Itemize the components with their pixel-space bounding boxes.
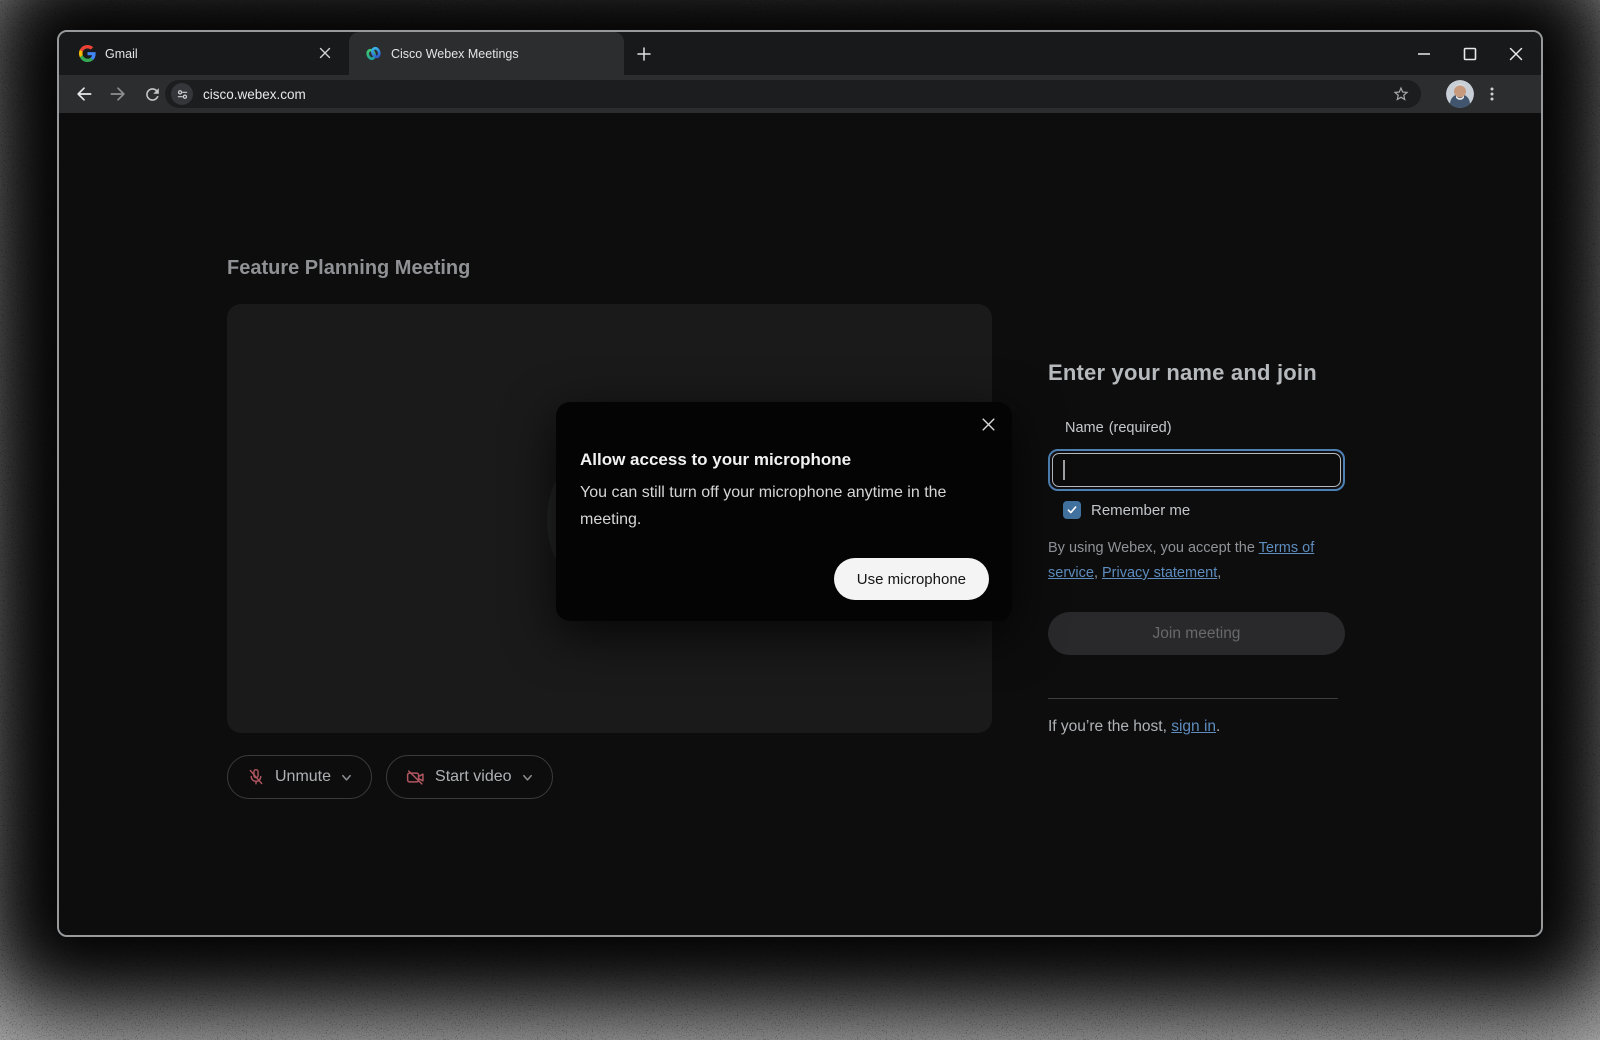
browser-window: Gmail Cisco Webex Meetings — [57, 30, 1543, 937]
minimize-icon[interactable] — [1413, 43, 1435, 65]
video-off-icon — [405, 767, 426, 788]
bookmark-star-icon[interactable] — [1389, 82, 1413, 106]
tab-gmail[interactable]: Gmail — [59, 32, 349, 75]
start-video-label: Start video — [435, 768, 511, 786]
microphone-permission-modal: Allow access to your microphone You can … — [556, 402, 1012, 621]
sign-in-link[interactable]: sign in — [1171, 718, 1216, 735]
modal-body: You can still turn off your microphone a… — [580, 479, 990, 533]
remember-me-label: Remember me — [1091, 502, 1190, 519]
use-microphone-button[interactable]: Use microphone — [834, 558, 989, 600]
window-controls — [1413, 32, 1527, 75]
privacy-statement-link[interactable]: Privacy statement — [1102, 565, 1217, 581]
profile-avatar[interactable] — [1446, 80, 1474, 108]
reload-icon[interactable] — [139, 81, 165, 107]
back-icon[interactable] — [71, 81, 97, 107]
divider — [1048, 698, 1338, 699]
text-caret — [1063, 460, 1065, 480]
mic-off-icon — [246, 767, 266, 787]
site-settings-icon[interactable] — [171, 83, 193, 105]
webex-page: Feature Planning Meeting Unmute — [59, 113, 1541, 935]
page-title: Feature Planning Meeting — [227, 257, 470, 280]
address-bar[interactable]: cisco.webex.com — [165, 80, 1421, 108]
new-tab-icon[interactable] — [632, 42, 656, 66]
close-window-icon[interactable] — [1505, 43, 1527, 65]
remember-me-row[interactable]: Remember me — [1063, 501, 1190, 519]
start-video-button[interactable]: Start video — [386, 755, 552, 799]
unmute-button[interactable]: Unmute — [227, 755, 372, 799]
join-panel: Enter your name and join Name(required) … — [1048, 360, 1345, 386]
name-field-label: Name(required) — [1065, 420, 1172, 436]
browser-toolbar: cisco.webex.com — [59, 75, 1541, 113]
join-meeting-button[interactable]: Join meeting — [1048, 612, 1345, 655]
unmute-label: Unmute — [275, 768, 331, 786]
tab-strip: Gmail Cisco Webex Meetings — [59, 32, 1541, 75]
chevron-down-icon — [340, 771, 353, 784]
tab-close-icon[interactable] — [315, 43, 335, 63]
tab-webex[interactable]: Cisco Webex Meetings — [349, 32, 624, 75]
modal-title: Allow access to your microphone — [580, 450, 851, 470]
maximize-icon[interactable] — [1459, 43, 1481, 65]
google-g-icon — [79, 45, 96, 62]
host-sign-in-line: If you’re the host, sign in. — [1048, 718, 1220, 736]
join-heading: Enter your name and join — [1048, 360, 1345, 386]
url-text[interactable]: cisco.webex.com — [203, 87, 1389, 102]
name-input[interactable] — [1053, 454, 1340, 486]
webex-logo-icon — [365, 45, 382, 62]
av-controls: Unmute Start video — [227, 755, 553, 799]
tab-webex-label: Cisco Webex Meetings — [391, 47, 519, 61]
tab-gmail-label: Gmail — [105, 47, 138, 61]
remember-me-checkbox[interactable] — [1063, 501, 1081, 519]
modal-close-icon[interactable] — [976, 412, 1000, 436]
required-hint: (required) — [1109, 420, 1172, 436]
forward-icon[interactable] — [105, 81, 131, 107]
terms-text: By using Webex, you accept the Terms of … — [1048, 536, 1342, 586]
name-input-focus-ring — [1048, 449, 1345, 491]
name-input-border — [1052, 453, 1341, 487]
chevron-down-icon — [521, 771, 534, 784]
browser-menu-icon[interactable] — [1480, 82, 1504, 106]
